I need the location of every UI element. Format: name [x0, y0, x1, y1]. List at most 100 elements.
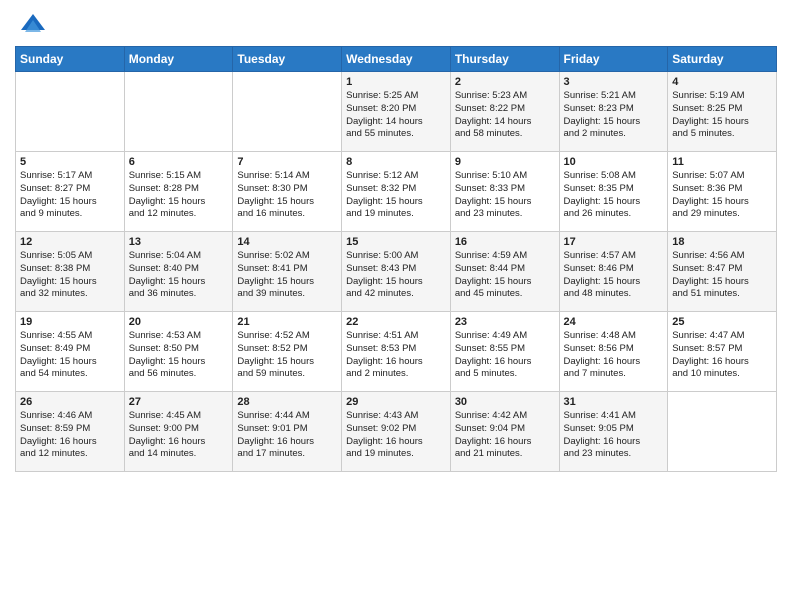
cell-line: and 23 minutes. — [564, 448, 664, 461]
cell-content: Sunrise: 5:15 AMSunset: 8:28 PMDaylight:… — [129, 170, 229, 221]
logo-icon — [19, 10, 47, 38]
day-number: 26 — [20, 396, 120, 408]
cell-line: Daylight: 16 hours — [455, 436, 555, 449]
calendar-cell: 26 Sunrise: 4:46 AMSunset: 8:59 PMDayligh… — [16, 392, 125, 472]
cell-line: Sunrise: 4:48 AM — [564, 330, 664, 343]
day-number: 3 — [564, 76, 664, 88]
header-cell-monday: Monday — [124, 47, 233, 72]
calendar-cell: 23Sunrise: 4:49 AMSunset: 8:55 PMDayligh… — [450, 312, 559, 392]
day-number: 29 — [346, 396, 446, 408]
cell-line: Sunrise: 5:07 AM — [672, 170, 772, 183]
calendar-cell: 16Sunrise: 4:59 AMSunset: 8:44 PMDayligh… — [450, 232, 559, 312]
cell-line: and 58 minutes. — [455, 128, 555, 141]
day-number: 31 — [564, 396, 664, 408]
cell-content: Sunrise: 4:57 AMSunset: 8:46 PMDaylight:… — [564, 250, 664, 301]
day-number: 16 — [455, 236, 555, 248]
day-number: 9 — [455, 156, 555, 168]
cell-line: Sunset: 8:36 PM — [672, 183, 772, 196]
cell-line: Daylight: 15 hours — [129, 356, 229, 369]
cell-line: Sunset: 8:41 PM — [237, 263, 337, 276]
day-number: 24 — [564, 316, 664, 328]
cell-line: Sunrise: 4:51 AM — [346, 330, 446, 343]
cell-content: Sunrise: 5:17 AMSunset: 8:27 PMDaylight:… — [20, 170, 120, 221]
cell-line: Sunset: 8:40 PM — [129, 263, 229, 276]
cell-line: and 7 minutes. — [564, 368, 664, 381]
day-number: 17 — [564, 236, 664, 248]
cell-content: Sunrise: 4:53 AMSunset: 8:50 PMDaylight:… — [129, 330, 229, 381]
cell-line: and 16 minutes. — [237, 208, 337, 221]
cell-line: Daylight: 15 hours — [346, 276, 446, 289]
day-number: 2 — [455, 76, 555, 88]
cell-line: Daylight: 15 hours — [672, 276, 772, 289]
cell-content: Sunrise: 4:43 AMSunset: 9:02 PMDaylight:… — [346, 410, 446, 461]
day-number: 13 — [129, 236, 229, 248]
calendar-cell: 7Sunrise: 5:14 AMSunset: 8:30 PMDaylight… — [233, 152, 342, 232]
cell-line: Sunset: 8:56 PM — [564, 343, 664, 356]
day-number: 30 — [455, 396, 555, 408]
cell-line: Sunrise: 4:44 AM — [237, 410, 337, 423]
cell-line: and 54 minutes. — [20, 368, 120, 381]
cell-content: Sunrise: 4:42 AMSunset: 9:04 PMDaylight:… — [455, 410, 555, 461]
day-number: 27 — [129, 396, 229, 408]
cell-line: and 56 minutes. — [129, 368, 229, 381]
cell-line: Sunset: 8:20 PM — [346, 103, 446, 116]
calendar-table: SundayMondayTuesdayWednesdayThursdayFrid… — [15, 46, 777, 472]
calendar-cell: 1Sunrise: 5:25 AMSunset: 8:20 PMDaylight… — [342, 72, 451, 152]
cell-line: Sunrise: 5:23 AM — [455, 90, 555, 103]
cell-line: Daylight: 15 hours — [455, 196, 555, 209]
week-row-3: 19Sunrise: 4:55 AMSunset: 8:49 PMDayligh… — [16, 312, 777, 392]
cell-content: Sunrise: 5:25 AMSunset: 8:20 PMDaylight:… — [346, 90, 446, 141]
day-number: 8 — [346, 156, 446, 168]
calendar-cell: 30 Sunrise: 4:42 AMSunset: 9:04 PMDayligh… — [450, 392, 559, 472]
cell-line: Sunrise: 5:02 AM — [237, 250, 337, 263]
day-number: 22 — [346, 316, 446, 328]
cell-line: Sunrise: 4:55 AM — [20, 330, 120, 343]
cell-content: Sunrise: 5:12 AMSunset: 8:32 PMDaylight:… — [346, 170, 446, 221]
cell-line: and 51 minutes. — [672, 288, 772, 301]
cell-line: and 48 minutes. — [564, 288, 664, 301]
cell-line: Sunrise: 4:53 AM — [129, 330, 229, 343]
cell-content: Sunrise: 5:08 AMSunset: 8:35 PMDaylight:… — [564, 170, 664, 221]
cell-line: Sunrise: 4:45 AM — [129, 410, 229, 423]
cell-line: Daylight: 15 hours — [672, 116, 772, 129]
cell-line: Daylight: 16 hours — [237, 436, 337, 449]
week-row-0: 1Sunrise: 5:25 AMSunset: 8:20 PMDaylight… — [16, 72, 777, 152]
cell-line: and 19 minutes. — [346, 208, 446, 221]
cell-content: Sunrise: 5:07 AMSunset: 8:36 PMDaylight:… — [672, 170, 772, 221]
cell-content: Sunrise: 4:46 AMSunset: 8:59 PMDaylight:… — [20, 410, 120, 461]
header-cell-thursday: Thursday — [450, 47, 559, 72]
cell-line: Daylight: 15 hours — [20, 196, 120, 209]
cell-line: and 42 minutes. — [346, 288, 446, 301]
cell-line: Sunrise: 4:42 AM — [455, 410, 555, 423]
day-number: 6 — [129, 156, 229, 168]
calendar-cell: 13Sunrise: 5:04 AMSunset: 8:40 PMDayligh… — [124, 232, 233, 312]
cell-line: and 36 minutes. — [129, 288, 229, 301]
cell-line: Sunrise: 5:21 AM — [564, 90, 664, 103]
cell-line: Daylight: 15 hours — [564, 196, 664, 209]
cell-line: Sunrise: 4:57 AM — [564, 250, 664, 263]
cell-line: Sunset: 8:38 PM — [20, 263, 120, 276]
cell-line: Sunset: 9:01 PM — [237, 423, 337, 436]
cell-content: Sunrise: 4:45 AMSunset: 9:00 PMDaylight:… — [129, 410, 229, 461]
cell-line: Sunrise: 5:08 AM — [564, 170, 664, 183]
header-row: SundayMondayTuesdayWednesdayThursdayFrid… — [16, 47, 777, 72]
calendar-cell — [124, 72, 233, 152]
cell-line: Daylight: 15 hours — [20, 276, 120, 289]
cell-line: Sunset: 9:05 PM — [564, 423, 664, 436]
cell-line: Daylight: 15 hours — [237, 276, 337, 289]
cell-line: Sunset: 8:47 PM — [672, 263, 772, 276]
cell-line: Daylight: 15 hours — [455, 276, 555, 289]
page: SundayMondayTuesdayWednesdayThursdayFrid… — [0, 0, 792, 612]
cell-content: Sunrise: 5:21 AMSunset: 8:23 PMDaylight:… — [564, 90, 664, 141]
calendar-cell: 20Sunrise: 4:53 AMSunset: 8:50 PMDayligh… — [124, 312, 233, 392]
cell-line: and 2 minutes. — [564, 128, 664, 141]
calendar-cell — [668, 392, 777, 472]
cell-line: Sunset: 8:55 PM — [455, 343, 555, 356]
header-cell-sunday: Sunday — [16, 47, 125, 72]
cell-line: Sunset: 8:57 PM — [672, 343, 772, 356]
cell-content: Sunrise: 4:47 AMSunset: 8:57 PMDaylight:… — [672, 330, 772, 381]
cell-line: Daylight: 16 hours — [455, 356, 555, 369]
day-number: 11 — [672, 156, 772, 168]
cell-line: Sunset: 9:04 PM — [455, 423, 555, 436]
calendar-cell: 17 Sunrise: 4:57 AMSunset: 8:46 PMDayligh… — [559, 232, 668, 312]
